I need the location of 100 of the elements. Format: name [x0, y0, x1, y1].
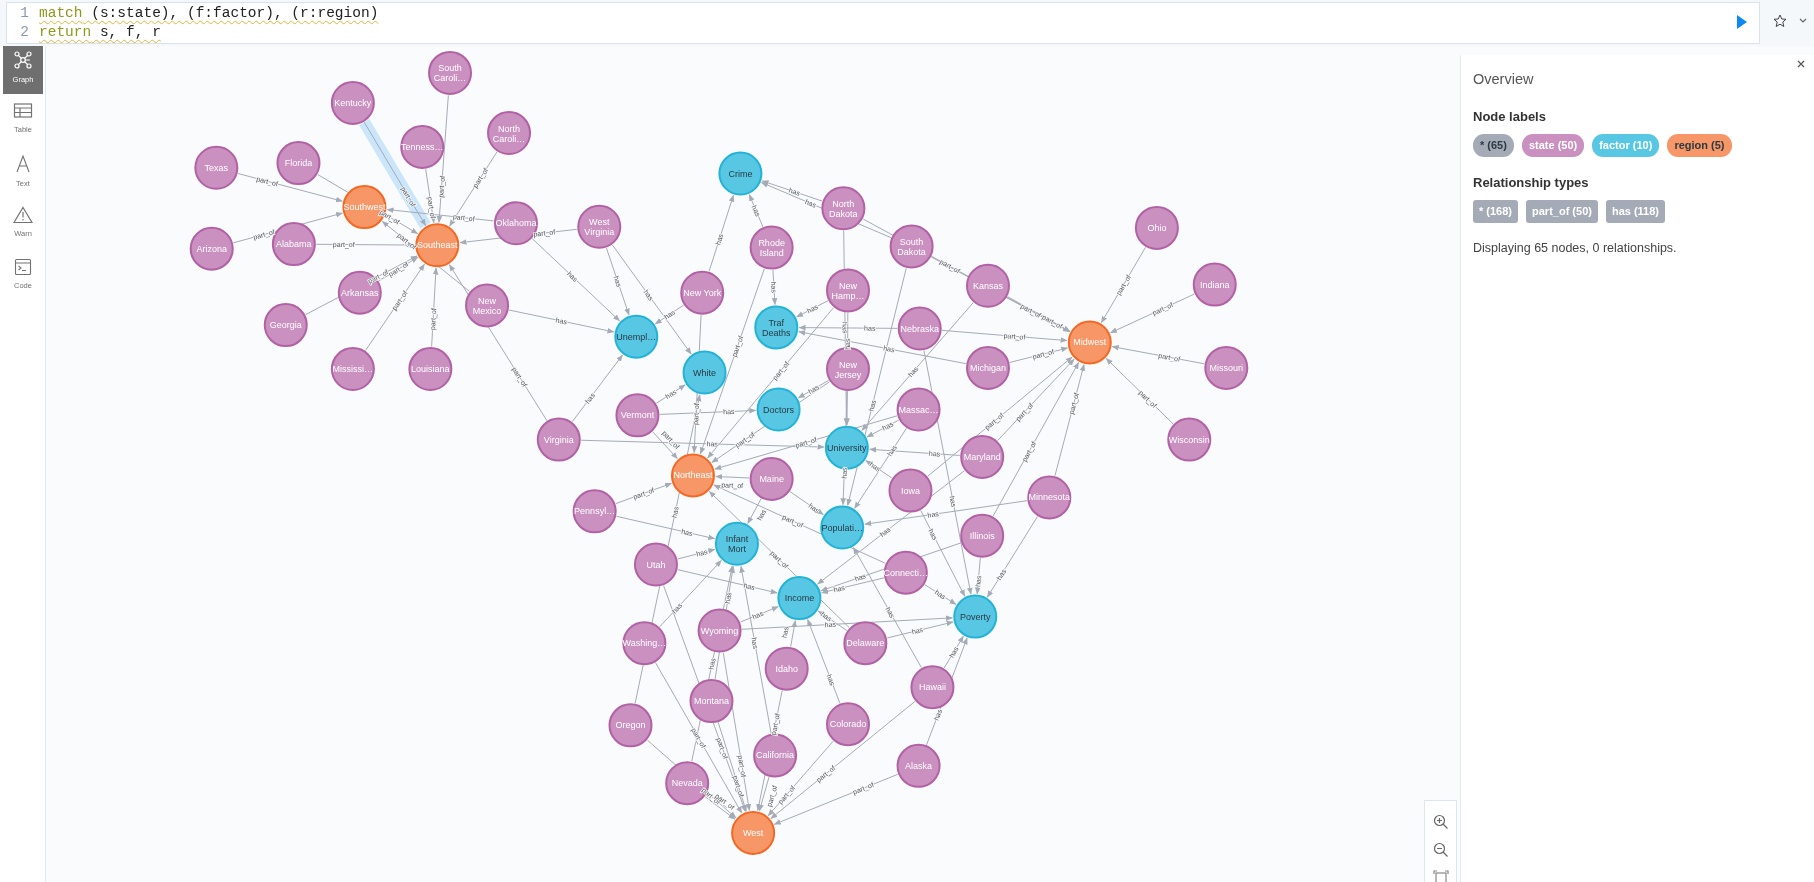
state-node[interactable]: [764, 646, 809, 691]
state-node[interactable]: [330, 347, 375, 392]
factor-node[interactable]: [614, 314, 659, 359]
state-node[interactable]: [1204, 345, 1249, 390]
relationship-edge[interactable]: [708, 194, 735, 272]
state-node[interactable]: [960, 434, 1005, 479]
state-node[interactable]: [1192, 262, 1237, 307]
state-node[interactable]: [966, 263, 1010, 308]
section-heading: Relationship types: [1473, 173, 1590, 192]
state-node[interactable]: [896, 743, 941, 788]
state-node[interactable]: [897, 306, 942, 351]
relationship-edge[interactable]: [817, 610, 848, 631]
relationship-edge[interactable]: [615, 482, 673, 505]
state-node[interactable]: [680, 270, 725, 315]
state-node[interactable]: [622, 621, 667, 666]
relationship-edge[interactable]: [1100, 246, 1146, 324]
node-label: Michigan: [969, 362, 1006, 373]
state-node[interactable]: [572, 489, 617, 534]
factor-node[interactable]: [718, 151, 763, 196]
state-node[interactable]: [910, 665, 955, 710]
state-node[interactable]: [487, 111, 532, 156]
node-label: Massac…: [898, 404, 939, 415]
relationship-edge[interactable]: [431, 267, 439, 348]
state-node[interactable]: [330, 80, 375, 125]
state-node[interactable]: [263, 303, 308, 348]
relationship-edge[interactable]: [1054, 364, 1086, 477]
relationship-edge[interactable]: [425, 168, 436, 224]
node-label: South Dakota: [897, 236, 926, 257]
node-label: New York: [683, 287, 722, 298]
state-node[interactable]: [408, 347, 453, 392]
node-label: Montana: [693, 696, 729, 707]
relationship-edge[interactable]: [739, 606, 779, 623]
relationship-edge[interactable]: [531, 238, 621, 322]
relationship-edge[interactable]: [821, 577, 885, 594]
factor-node[interactable]: [754, 305, 799, 350]
relationship-edge[interactable]: [571, 354, 623, 423]
state-node[interactable]: [1134, 205, 1179, 250]
state-node[interactable]: [428, 50, 473, 95]
relationship-edge[interactable]: [652, 431, 678, 460]
state-node[interactable]: [400, 124, 445, 169]
relationship-edge[interactable]: [797, 379, 830, 399]
state-node[interactable]: [896, 387, 941, 432]
state-node[interactable]: [883, 550, 928, 595]
relationship-edge[interactable]: [771, 269, 778, 306]
factor-node[interactable]: [820, 505, 865, 550]
node-label-tag[interactable]: region (5): [1667, 134, 1732, 157]
state-node[interactable]: [633, 542, 678, 587]
relationship-edge[interactable]: [1111, 345, 1205, 365]
relationship-edge[interactable]: [974, 557, 981, 595]
relationship-edge[interactable]: [865, 460, 893, 479]
relationship-edge[interactable]: [715, 473, 750, 480]
state-node[interactable]: [697, 608, 742, 653]
state-node[interactable]: [888, 468, 933, 513]
state-node[interactable]: [276, 141, 321, 186]
relationship-edge[interactable]: [1009, 346, 1069, 363]
state-node[interactable]: [689, 679, 734, 724]
region-node[interactable]: [415, 223, 460, 268]
region-node[interactable]: [731, 810, 776, 855]
state-node[interactable]: [826, 268, 870, 313]
factor-node[interactable]: [953, 594, 998, 639]
relationship-edge[interactable]: [941, 329, 1068, 343]
relationship-edge[interactable]: [924, 584, 957, 605]
relationship-edge[interactable]: [748, 194, 764, 228]
factor-node[interactable]: [777, 576, 822, 621]
state-node[interactable]: [749, 456, 794, 501]
state-node[interactable]: [966, 345, 1010, 390]
state-node[interactable]: [615, 393, 660, 438]
state-node[interactable]: [608, 703, 653, 748]
relationship-edge[interactable]: [655, 384, 686, 404]
relationship-edge[interactable]: [654, 304, 684, 325]
state-node[interactable]: [577, 204, 622, 249]
state-node[interactable]: [960, 513, 1005, 558]
state-node[interactable]: [889, 224, 934, 269]
state-node[interactable]: [826, 702, 870, 747]
node-label: Northeast: [673, 470, 713, 481]
state-node[interactable]: [749, 225, 794, 270]
factor-node[interactable]: [756, 387, 801, 432]
relationship-edge[interactable]: [943, 635, 964, 669]
state-node[interactable]: [821, 186, 866, 231]
relationship-edge[interactable]: [758, 776, 770, 812]
relationship-edge[interactable]: [886, 620, 954, 639]
state-node[interactable]: [536, 417, 581, 462]
state-node[interactable]: [843, 621, 888, 666]
node-label: North Dakota: [829, 198, 858, 219]
code-line: match (s:state), (f:factor), (r:region): [39, 4, 379, 23]
region-node[interactable]: [1067, 320, 1112, 365]
close-icon[interactable]: [1796, 59, 1806, 69]
state-node[interactable]: [194, 145, 239, 190]
text-icon: [15, 154, 31, 174]
region-node[interactable]: [671, 453, 715, 498]
factor-node[interactable]: [682, 350, 727, 395]
factor-node[interactable]: [714, 521, 759, 566]
state-node[interactable]: [189, 226, 234, 271]
relationship-edge[interactable]: [1007, 296, 1071, 332]
node-label: West Virginia: [584, 217, 615, 238]
state-node[interactable]: [1167, 417, 1212, 462]
node-label-tag[interactable]: * (65): [1473, 134, 1514, 157]
relationship-edge[interactable]: [790, 620, 797, 648]
state-node[interactable]: [465, 283, 510, 328]
state-node[interactable]: [1027, 475, 1072, 520]
